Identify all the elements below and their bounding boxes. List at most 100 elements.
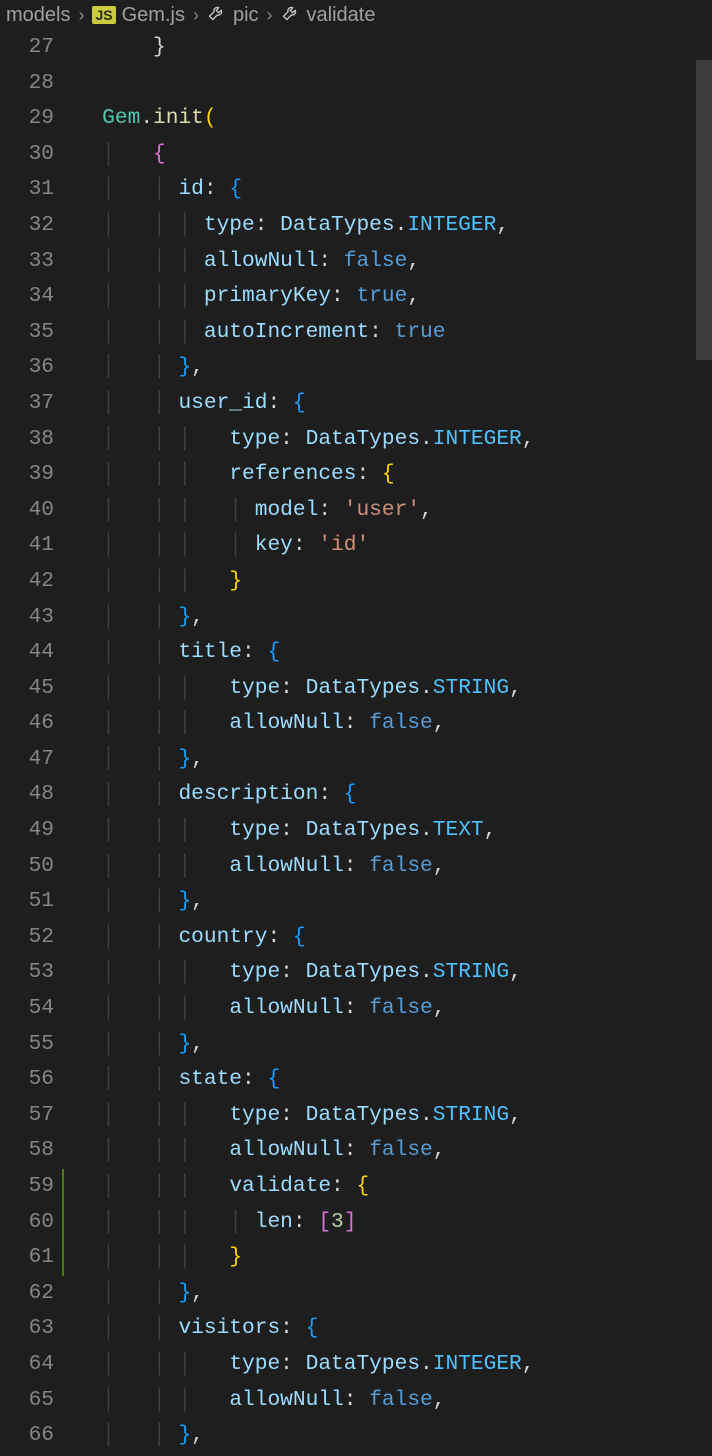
code-line[interactable]: │ │ title: {	[64, 635, 712, 671]
code-line[interactable]: │ │ │ primaryKey: true,	[64, 279, 712, 315]
code-token: :	[255, 213, 280, 237]
line-number[interactable]: 44	[0, 635, 54, 671]
line-number[interactable]: 58	[0, 1133, 54, 1169]
code-line[interactable]: │ │ │ type: DataTypes.STRING,	[64, 1098, 712, 1134]
code-editor[interactable]: 2728293031323334353637383940414243444546…	[0, 30, 712, 1456]
code-line[interactable]: │ │ │ type: DataTypes.INTEGER,	[64, 422, 712, 458]
line-number[interactable]: 57	[0, 1098, 54, 1134]
line-number[interactable]: 29	[0, 101, 54, 137]
code-line[interactable]: │ │ description: {	[64, 777, 712, 813]
line-number[interactable]: 60	[0, 1205, 54, 1241]
code-line[interactable]: │ │ user_id: {	[64, 386, 712, 422]
line-number[interactable]: 38	[0, 422, 54, 458]
code-line[interactable]: │ │ │ │ model: 'user',	[64, 493, 712, 529]
code-line[interactable]: │ │ │ allowNull: false,	[64, 991, 712, 1027]
code-line[interactable]: }	[64, 30, 712, 66]
line-number[interactable]: 63	[0, 1311, 54, 1347]
line-number[interactable]: 52	[0, 920, 54, 956]
line-number[interactable]: 64	[0, 1347, 54, 1383]
code-line[interactable]: │ │ │ type: DataTypes.INTEGER,	[64, 208, 712, 244]
code-token: │ │	[102, 355, 178, 379]
code-line[interactable]: │ │ },	[64, 1276, 712, 1312]
line-number[interactable]: 45	[0, 671, 54, 707]
line-number[interactable]: 50	[0, 849, 54, 885]
line-number[interactable]: 56	[0, 1062, 54, 1098]
code-token: .	[420, 1352, 433, 1376]
line-number[interactable]: 33	[0, 244, 54, 280]
line-number[interactable]: 66	[0, 1418, 54, 1454]
code-token: :	[331, 284, 356, 308]
code-line[interactable]: │ {	[64, 137, 712, 173]
line-number[interactable]: 34	[0, 279, 54, 315]
code-line[interactable]: │ │ },	[64, 884, 712, 920]
code-line[interactable]: │ │ id: {	[64, 172, 712, 208]
code-line[interactable]: │ │ │ type: DataTypes.TEXT,	[64, 813, 712, 849]
line-number[interactable]: 40	[0, 493, 54, 529]
code-line[interactable]: │ │ │ autoIncrement: true	[64, 315, 712, 351]
code-line[interactable]: │ │ },	[64, 1027, 712, 1063]
code-line[interactable]: │ │ },	[64, 1418, 712, 1454]
code-line[interactable]: │ │ │ │ len: [3]	[64, 1205, 712, 1241]
breadcrumb-item-symbol[interactable]: validate	[281, 2, 376, 28]
breadcrumb-item-file[interactable]: JS Gem.js	[92, 4, 184, 27]
code-line[interactable]: │ │ │ type: DataTypes.STRING,	[64, 955, 712, 991]
line-number[interactable]: 49	[0, 813, 54, 849]
line-number[interactable]: 43	[0, 600, 54, 636]
line-number[interactable]: 32	[0, 208, 54, 244]
code-line[interactable]: │ │ │ }	[64, 1240, 712, 1276]
line-number[interactable]: 36	[0, 350, 54, 386]
line-number[interactable]: 55	[0, 1027, 54, 1063]
code-line[interactable]	[64, 66, 712, 102]
line-number[interactable]: 39	[0, 457, 54, 493]
code-token: false	[369, 711, 433, 735]
line-number[interactable]: 31	[0, 172, 54, 208]
line-number[interactable]: 59	[0, 1169, 54, 1205]
code-line[interactable]: │ │ },	[64, 350, 712, 386]
line-number[interactable]: 54	[0, 991, 54, 1027]
breadcrumb-item-symbol[interactable]: pic	[207, 2, 259, 28]
line-number[interactable]: 37	[0, 386, 54, 422]
line-number[interactable]: 42	[0, 564, 54, 600]
code-line[interactable]: │ │ │ allowNull: false,	[64, 849, 712, 885]
code-line[interactable]: │ │ │ type: DataTypes.INTEGER,	[64, 1347, 712, 1383]
code-token: [	[318, 1210, 331, 1234]
line-number[interactable]: 46	[0, 706, 54, 742]
line-number[interactable]: 30	[0, 137, 54, 173]
line-number[interactable]: 47	[0, 742, 54, 778]
code-line[interactable]: │ │ visitors: {	[64, 1311, 712, 1347]
line-number[interactable]: 61	[0, 1240, 54, 1276]
code-line[interactable]: │ │ state: {	[64, 1062, 712, 1098]
code-token: ,	[191, 1281, 204, 1305]
line-number[interactable]: 53	[0, 955, 54, 991]
code-line[interactable]: │ │ │ type: DataTypes.STRING,	[64, 671, 712, 707]
scrollbar-thumb[interactable]	[696, 60, 712, 360]
code-token: │ │ │	[102, 960, 229, 984]
line-number-gutter[interactable]: 2728293031323334353637383940414243444546…	[0, 30, 64, 1456]
code-line[interactable]: │ │ country: {	[64, 920, 712, 956]
line-number[interactable]: 28	[0, 66, 54, 102]
line-number[interactable]: 48	[0, 777, 54, 813]
code-line[interactable]: │ │ │ }	[64, 564, 712, 600]
line-number[interactable]: 35	[0, 315, 54, 351]
code-line[interactable]: │ │ },	[64, 742, 712, 778]
code-line[interactable]: │ │ │ allowNull: false,	[64, 244, 712, 280]
line-number[interactable]: 65	[0, 1383, 54, 1419]
line-number[interactable]: 41	[0, 528, 54, 564]
code-line[interactable]: Gem.init(	[64, 101, 712, 137]
code-line[interactable]: │ │ │ allowNull: false,	[64, 1383, 712, 1419]
code-token: ,	[191, 1032, 204, 1056]
line-number[interactable]: 62	[0, 1276, 54, 1312]
line-number[interactable]: 51	[0, 884, 54, 920]
code-line[interactable]: │ │ │ allowNull: false,	[64, 706, 712, 742]
breadcrumb[interactable]: models › JS Gem.js › pic › validate	[0, 0, 712, 30]
code-line[interactable]: │ │ │ validate: {	[64, 1169, 712, 1205]
code-line[interactable]: │ │ │ allowNull: false,	[64, 1133, 712, 1169]
breadcrumb-item-folder[interactable]: models	[6, 4, 70, 27]
code-area[interactable]: } Gem.init( │ { │ │ id: { │ │ │ type: Da…	[64, 30, 712, 1456]
code-line[interactable]: │ │ },	[64, 600, 712, 636]
code-line[interactable]: │ │ │ references: {	[64, 457, 712, 493]
line-number[interactable]: 27	[0, 30, 54, 66]
code-line[interactable]: │ │ │ │ key: 'id'	[64, 528, 712, 564]
vertical-scrollbar[interactable]	[696, 30, 712, 1456]
code-token: }	[178, 1032, 191, 1056]
